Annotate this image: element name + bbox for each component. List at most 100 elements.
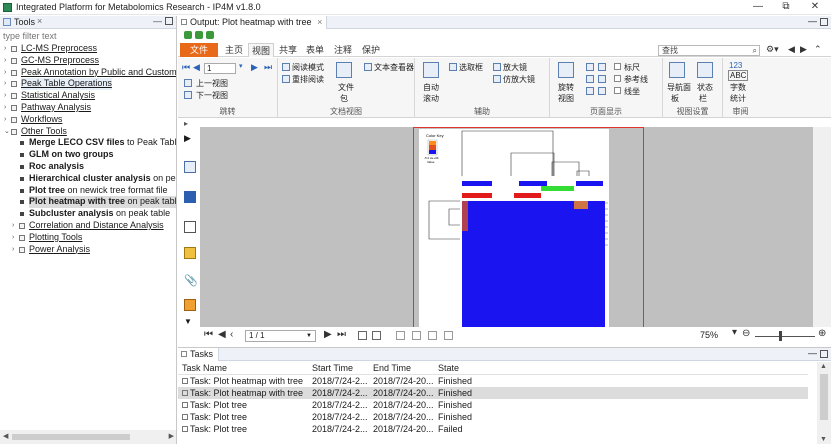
maximize-button[interactable]: ⧉ <box>772 0 800 15</box>
last-page-icon[interactable]: ⏭ <box>264 62 272 73</box>
dual-view-icon[interactable] <box>428 331 437 340</box>
lock-icon[interactable] <box>184 299 196 311</box>
comment-icon[interactable] <box>184 247 196 259</box>
ribbon-collapse-icon[interactable]: ⌃ <box>814 44 822 55</box>
output-tab-close-icon[interactable]: × <box>317 17 322 27</box>
tree-item[interactable]: › Peak Table Operations <box>0 78 176 91</box>
tree-item[interactable]: › Workflows <box>0 114 176 126</box>
last-page-button[interactable]: ⏭ <box>337 329 346 340</box>
collapse-arrow-icon[interactable]: › <box>12 232 14 244</box>
scroll-down-icon[interactable]: ▼ <box>820 436 827 443</box>
collapse-arrow-icon[interactable]: › <box>4 102 6 114</box>
ref-line-checkbox[interactable] <box>614 75 621 82</box>
col-task-name[interactable]: Task Name <box>182 362 227 375</box>
scroll-thumb[interactable] <box>12 434 130 440</box>
table-row[interactable]: Task: Plot tree 2018/7/24-2... 2018/7/24-2… <box>178 423 808 435</box>
single-view-icon[interactable] <box>396 331 405 340</box>
collapse-arrow-icon[interactable]: › <box>4 90 6 102</box>
zoom-out-icon[interactable]: ⊖ <box>742 328 750 339</box>
nav-panel-line1[interactable]: 导航面 <box>667 82 691 93</box>
tree-item[interactable]: › Plotting Tools <box>0 232 176 244</box>
prev-view-button[interactable]: 上一视图 <box>196 78 228 89</box>
nav-prev-icon[interactable]: ◀ <box>788 44 795 55</box>
col-state[interactable]: State <box>438 362 459 375</box>
tasks-maximize-button[interactable] <box>820 350 828 358</box>
tab-form[interactable]: 表单 <box>302 43 328 57</box>
forward-all-icon[interactable] <box>206 31 214 39</box>
zoom-in-icon[interactable]: ⊕ <box>818 328 826 339</box>
col-end-time[interactable]: End Time <box>373 362 411 375</box>
scroll-left-icon[interactable]: ◀ <box>3 432 8 440</box>
tab-view[interactable]: 视图 <box>248 43 274 57</box>
next-page-icon[interactable]: ▶ <box>251 62 258 73</box>
prev-page-button[interactable]: ◀ <box>218 329 226 340</box>
tasks-minimize-button[interactable]: — <box>808 348 817 358</box>
table-row[interactable]: Task: Plot heatmap with tree 2018/7/24-2.… <box>178 375 808 387</box>
fit-page-icon[interactable] <box>358 331 367 340</box>
page-thumbnail-icon[interactable] <box>184 161 196 173</box>
magnifier-button[interactable]: 放大镜 <box>503 62 527 73</box>
prev-page-icon[interactable]: ◀ <box>193 62 200 73</box>
guide-checkbox[interactable] <box>614 87 621 94</box>
tab-comment[interactable]: 注释 <box>330 43 356 57</box>
tools-close-icon[interactable]: × <box>37 16 42 26</box>
single-page-icon[interactable] <box>586 63 594 71</box>
expand-icon[interactable]: ▶ <box>184 133 196 145</box>
tasks-scroll-thumb[interactable] <box>820 374 828 420</box>
tree-item[interactable]: ⌄ Other Tools <box>0 126 176 138</box>
tree-item[interactable]: GLM on two groups <box>0 149 176 161</box>
tree-item[interactable]: › Pathway Analysis <box>0 102 176 114</box>
first-page-button[interactable]: ⏮ <box>204 329 213 340</box>
output-minimize-button[interactable]: — <box>808 16 817 26</box>
tab-protect[interactable]: 保护 <box>358 43 384 57</box>
tree-item[interactable]: Merge LECO CSV files to Peak Table <box>0 137 176 149</box>
tree-item[interactable]: Hierarchical cluster analysis on peak ta <box>0 173 176 185</box>
continuous-view-icon[interactable] <box>412 331 421 340</box>
tools-maximize-button[interactable] <box>165 17 173 25</box>
auto-scroll-line2[interactable]: 滚动 <box>423 93 439 104</box>
col-start-time[interactable]: Start Time <box>312 362 353 375</box>
ribbon-search-input[interactable]: 查找 ⌕ <box>658 45 760 56</box>
minimize-button[interactable]: — <box>744 0 772 15</box>
tab-file[interactable]: 文件 <box>180 43 218 57</box>
viewer-vertical-scrollbar[interactable] <box>813 127 831 327</box>
collapse-arrow-icon[interactable]: › <box>4 67 6 79</box>
search-icon[interactable]: ⌕ <box>753 46 757 55</box>
attachment-icon[interactable]: 📎 <box>184 274 198 287</box>
tree-item[interactable]: › Statistical Analysis <box>0 90 176 102</box>
collapse-arrow-icon[interactable]: › <box>4 43 6 55</box>
collapse-arrow-icon[interactable]: › <box>4 55 6 67</box>
signature-icon[interactable] <box>184 221 196 233</box>
table-row[interactable]: Task: Plot tree 2018/7/24-2... 2018/7/24-2… <box>178 411 808 423</box>
tree-item[interactable]: Plot tree on newick tree format file <box>0 185 176 197</box>
page-dropdown-icon[interactable]: ▾ <box>239 62 243 70</box>
collapse-arrow-icon[interactable]: › <box>12 244 14 256</box>
scroll-right-icon[interactable]: ▶ <box>169 432 174 440</box>
two-page-icon[interactable] <box>586 87 594 95</box>
tab-home[interactable]: 主页 <box>222 43 246 57</box>
file-package-line2[interactable]: 包 <box>340 93 348 104</box>
tree-item[interactable]: Roc analysis <box>0 161 176 173</box>
page-number-input[interactable]: 1 <box>204 63 236 74</box>
status-bar-line2[interactable]: 栏 <box>699 93 707 104</box>
loupe-button[interactable]: 仿放大镜 <box>503 74 535 85</box>
pin-icon[interactable]: ▸ <box>184 119 196 131</box>
zoom-dropdown-icon[interactable]: ▾ <box>732 327 737 338</box>
tree-item[interactable]: › Peak Annotation by Public and Custom Li <box>0 67 176 79</box>
continuous-icon[interactable] <box>586 75 594 83</box>
more-tools-icon[interactable]: ▼ <box>184 317 196 329</box>
tools-minimize-button[interactable]: — <box>153 16 162 26</box>
tree-item[interactable]: › LC-MS Preprocess <box>0 43 176 55</box>
tree-item[interactable]: Plot heatmap with tree on peak table <box>0 196 176 209</box>
first-page-icon[interactable]: ⏮ <box>182 62 190 73</box>
tree-item[interactable]: Subcluster analysis on peak table <box>0 208 176 220</box>
text-viewer-button[interactable]: 文本查看器 <box>374 62 414 73</box>
file-package-line1[interactable]: 文件 <box>338 82 354 93</box>
next-view-button[interactable]: 下一视图 <box>196 90 228 101</box>
table-row[interactable]: Task: Plot heatmap with tree 2018/7/24-2.… <box>178 387 808 399</box>
tasks-vertical-scrollbar[interactable]: ▲ ▼ <box>817 362 831 444</box>
nav-panel-line2[interactable]: 板 <box>671 93 679 104</box>
read-mode-button[interactable]: 阅读模式 <box>292 62 324 73</box>
tab-share[interactable]: 共享 <box>276 43 300 57</box>
scroll-up-icon[interactable]: ▲ <box>820 363 827 370</box>
